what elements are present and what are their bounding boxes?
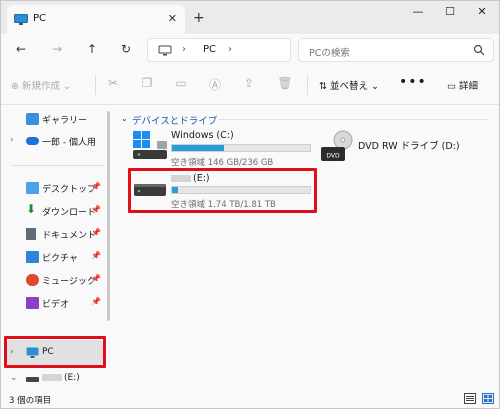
up-icon[interactable]: ↑: [83, 40, 101, 58]
maximize-icon[interactable]: ☐: [439, 5, 461, 21]
svg-text:DVD: DVD: [326, 153, 340, 160]
tiles-view-icon[interactable]: [482, 393, 494, 404]
windows-drive-icon: [133, 131, 167, 159]
pin-icon[interactable]: 📌: [91, 228, 101, 237]
picture-icon: [26, 251, 39, 263]
video-icon: [26, 297, 39, 309]
divider: [307, 75, 308, 95]
sidebar-item-label: ドキュメント: [42, 231, 97, 241]
pin-icon[interactable]: 📌: [91, 205, 101, 214]
delete-icon[interactable]: 🗑: [277, 76, 293, 92]
sort-button[interactable]: ⇅ 並べ替え ⌄: [319, 78, 379, 92]
search-icon: [473, 44, 485, 56]
scrollbar[interactable]: [107, 111, 110, 321]
tab-pc[interactable]: PC ✕: [7, 5, 185, 34]
redacted-name: [42, 374, 62, 381]
command-bar: ⊕ 新規作成 ⌄ ✂ ❐ ▭ Ⓐ ⇪ 🗑 ⇅ 並べ替え ⌄ ••• ▭ 詳細: [1, 65, 499, 105]
drive-c-space: 空き領域 146 GB/236 GB: [171, 158, 274, 168]
drive-letter: (E:): [64, 373, 80, 383]
sidebar-item-label: デスクトップ: [42, 185, 97, 195]
sort-label: 並べ替え ⌄: [329, 81, 379, 92]
drive-c-name: Windows (C:): [171, 130, 234, 141]
sidebar-item-label: ピクチャ: [42, 254, 78, 264]
back-icon[interactable]: ←: [12, 40, 30, 58]
chevron-down-icon[interactable]: ⌄: [10, 373, 18, 383]
breadcrumb-pc[interactable]: PC: [203, 44, 216, 55]
explorer-window: PC ✕ + — ☐ ✕ ← → ↑ ↻ › PC › PCの検索 ⊕ 新規作成…: [0, 0, 500, 409]
divider: [219, 119, 489, 120]
sidebar-item-gallery[interactable]: ギャラリー: [1, 109, 105, 129]
address-bar[interactable]: › PC ›: [147, 38, 291, 62]
sidebar-item-label: ビデオ: [42, 300, 70, 310]
sidebar-item-label: ギャラリー: [42, 116, 88, 126]
sidebar-item-label: 一郎 - 個人用: [42, 138, 96, 148]
sidebar-item-videos[interactable]: ビデオ 📌: [1, 293, 105, 313]
status-bar: 3 個の項目: [1, 390, 499, 408]
sidebar-item-pictures[interactable]: ピクチャ 📌: [1, 247, 105, 267]
new-button[interactable]: ⊕ 新規作成 ⌄: [11, 78, 71, 92]
forward-icon[interactable]: →: [48, 40, 66, 58]
drive-c-usage-bar: [171, 144, 311, 152]
sidebar-item-drive-e[interactable]: ⌄ (E:): [1, 369, 105, 389]
divider: [11, 165, 105, 166]
cloud-icon: [26, 137, 39, 145]
sidebar-item-documents[interactable]: ドキュメント 📌: [1, 224, 105, 244]
details-view-icon[interactable]: [464, 393, 476, 404]
pin-icon[interactable]: 📌: [91, 251, 101, 260]
desktop-icon: [26, 182, 39, 194]
sidebar-item-label: ミュージック: [42, 277, 96, 287]
divider: [95, 75, 96, 95]
close-window-icon[interactable]: ✕: [471, 5, 493, 21]
title-bar: PC ✕ + — ☐ ✕: [1, 1, 499, 34]
refresh-icon[interactable]: ↻: [117, 40, 135, 58]
highlight-box: [4, 336, 106, 368]
tab-close-icon[interactable]: ✕: [168, 12, 177, 25]
minimize-icon[interactable]: —: [407, 5, 429, 21]
download-icon: ⬇: [26, 202, 37, 216]
sidebar-item-onedrive[interactable]: › 一郎 - 個人用: [1, 131, 105, 151]
search-box[interactable]: PCの検索: [298, 38, 494, 62]
content-pane: ⌄ デバイスとドライブ Windows (C:) 空き領域 146 GB/236…: [113, 105, 499, 390]
item-count: 3 個の項目: [9, 396, 52, 406]
music-icon: [26, 274, 39, 286]
cut-icon[interactable]: ✂: [105, 76, 121, 92]
drive-d-name: DVD RW ドライブ (D:): [358, 141, 460, 152]
copy-icon[interactable]: ❐: [139, 76, 155, 92]
sidebar-item-desktop[interactable]: デスクトップ 📌: [1, 178, 105, 198]
navigation-pane: ギャラリー › 一郎 - 個人用 デスクトップ 📌 ⬇ ダウンロード 📌 ドキュ…: [1, 105, 113, 390]
chevron-right-icon[interactable]: ›: [228, 44, 232, 55]
rename-icon[interactable]: Ⓐ: [207, 76, 223, 92]
details-button[interactable]: ▭ 詳細: [447, 78, 478, 92]
sidebar-item-music[interactable]: ミュージック 📌: [1, 270, 105, 290]
chevron-right-icon[interactable]: ›: [182, 44, 186, 55]
sidebar-item-downloads[interactable]: ⬇ ダウンロード 📌: [1, 201, 105, 221]
more-options-icon[interactable]: •••: [399, 74, 427, 90]
search-input[interactable]: PCの検索: [309, 45, 350, 59]
drive-icon: [26, 377, 39, 382]
tab-title: PC: [33, 13, 47, 24]
chevron-right-icon[interactable]: ›: [10, 135, 14, 145]
monitor-outline-icon: [158, 45, 172, 56]
document-icon: [26, 228, 36, 240]
dvd-drive-icon: DVD: [321, 130, 353, 161]
highlight-box: [128, 168, 317, 213]
pin-icon[interactable]: 📌: [91, 274, 101, 283]
drive-c-usage-fill: [172, 145, 225, 151]
monitor-icon: [14, 14, 28, 25]
gallery-icon: [26, 113, 39, 125]
sidebar-item-label: (E:): [42, 373, 80, 383]
group-header[interactable]: デバイスとドライブ: [132, 113, 217, 127]
pin-icon[interactable]: 📌: [91, 182, 101, 191]
share-icon[interactable]: ⇪: [241, 76, 257, 92]
paste-icon[interactable]: ▭: [173, 76, 189, 92]
details-label: 詳細: [459, 81, 479, 92]
chevron-down-icon[interactable]: ⌄: [121, 114, 128, 123]
new-tab-icon[interactable]: +: [193, 10, 205, 26]
pin-icon[interactable]: 📌: [91, 297, 101, 306]
sidebar-item-label: ダウンロード: [42, 208, 97, 218]
navigation-bar: ← → ↑ ↻ › PC › PCの検索: [1, 34, 499, 65]
